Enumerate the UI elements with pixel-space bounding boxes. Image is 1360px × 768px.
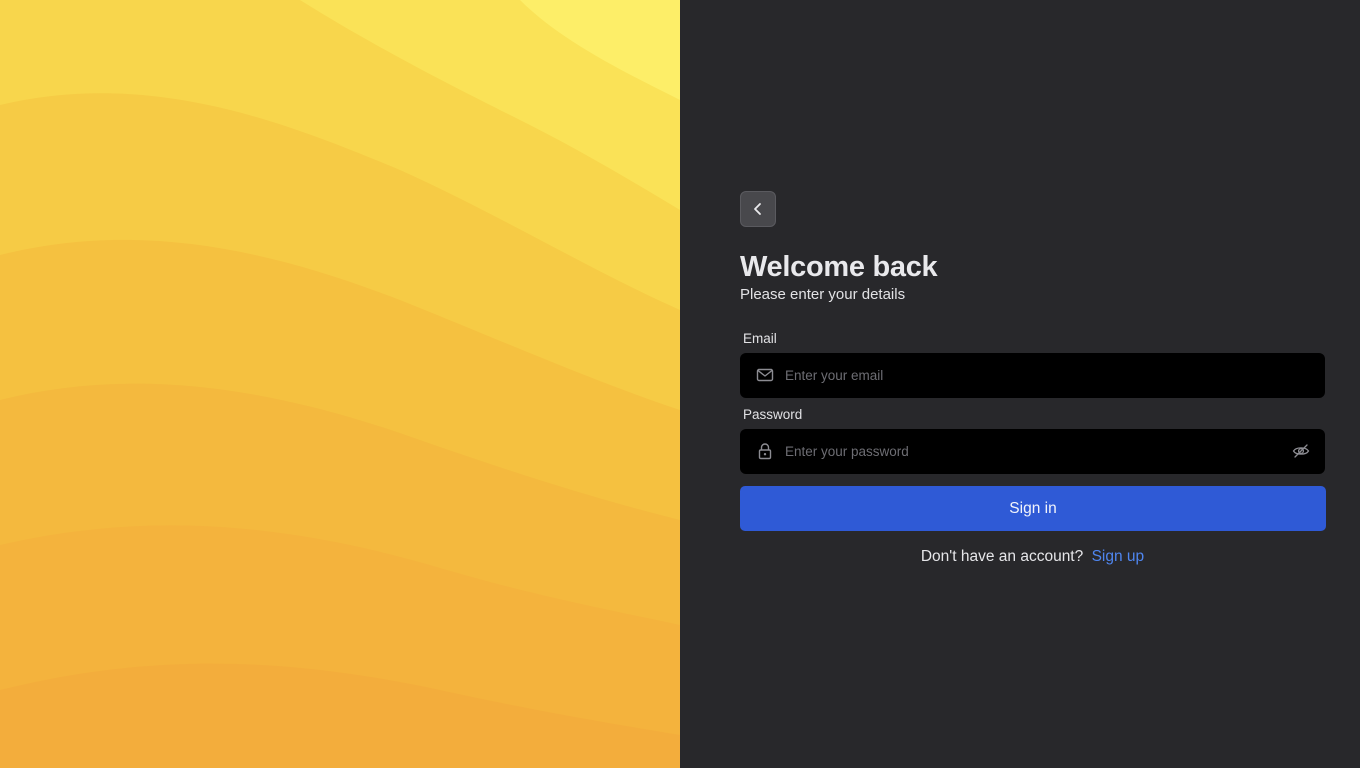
decorative-wave-panel xyxy=(0,0,680,768)
wave-background-image xyxy=(0,0,680,768)
back-button[interactable] xyxy=(740,191,776,227)
email-input[interactable] xyxy=(785,353,1265,398)
sign-in-button[interactable]: Sign in xyxy=(740,486,1326,531)
sign-up-link[interactable]: Sign up xyxy=(1092,548,1145,565)
signup-prompt-text: Don't have an account? xyxy=(920,548,1084,565)
login-page: Welcome back Please enter your details E… xyxy=(0,0,1360,768)
page-title: Welcome back xyxy=(740,251,938,283)
email-label: Email xyxy=(743,331,777,346)
mail-icon xyxy=(756,366,774,384)
email-field[interactable] xyxy=(740,353,1325,398)
signup-prompt-row: Don't have an account? Sign up xyxy=(740,548,1325,566)
password-input[interactable] xyxy=(785,429,1265,474)
password-field[interactable] xyxy=(740,429,1325,474)
eye-off-icon[interactable] xyxy=(1291,441,1311,461)
chevron-left-icon xyxy=(754,203,761,215)
lock-icon xyxy=(756,442,774,460)
password-label: Password xyxy=(743,407,803,422)
page-subtitle: Please enter your details xyxy=(740,286,906,303)
auth-panel: Welcome back Please enter your details E… xyxy=(680,0,1360,768)
